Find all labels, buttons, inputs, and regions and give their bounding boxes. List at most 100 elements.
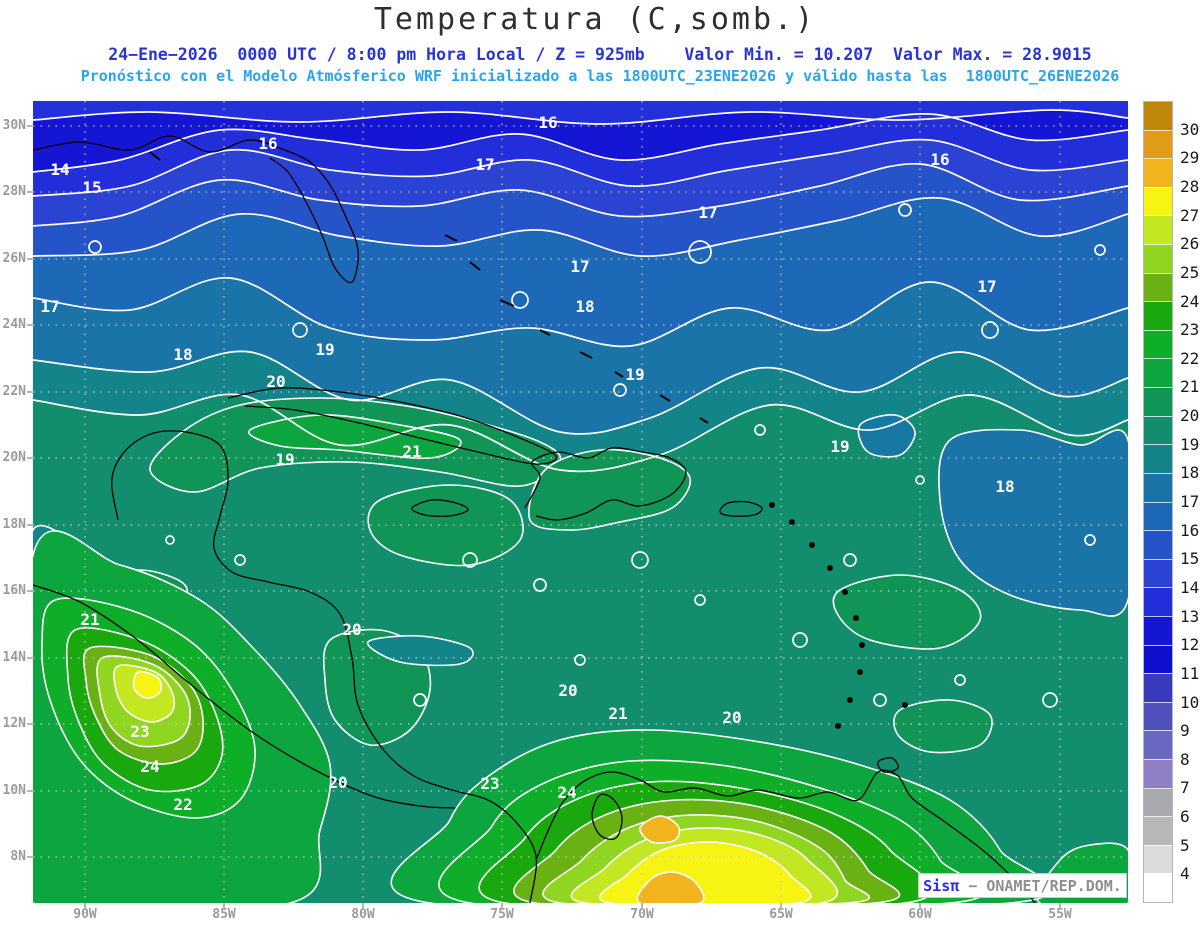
contour-label: 15 (82, 178, 102, 197)
x-axis-tick-mark (780, 903, 782, 909)
colorbar-cell (1144, 158, 1172, 187)
contour-label: 19 (275, 450, 295, 469)
x-axis-tick-label: 85W (212, 907, 236, 922)
y-axis-tick-label: 20N (2, 450, 26, 465)
colorbar-tick-label: 28 (1180, 176, 1200, 196)
x-axis-tick-label: 75W (490, 907, 514, 922)
contour-label: 19 (625, 365, 645, 384)
contour-label: 20 (266, 372, 286, 391)
map-area: 14 15 16 17 16 16 17 17 18 17 17 18 19 20 21 19 19 19 18 21… (33, 101, 1128, 903)
contour-label: 21 (80, 610, 100, 629)
colorbar-cell (1144, 787, 1172, 817)
colorbar-cell (1144, 215, 1172, 245)
x-axis-tick-mark (919, 903, 921, 909)
colorbar-tick-label: 11 (1180, 663, 1200, 683)
contour-label: 19 (830, 437, 850, 456)
colorbar-tick-label: 13 (1180, 606, 1200, 626)
contour-label: 21 (402, 442, 422, 461)
x-axis-tick-mark (1059, 903, 1061, 909)
colorbar-tick-label: 19 (1180, 434, 1200, 454)
watermark-brand: Sisπ (923, 876, 960, 895)
colorbar-cell (1144, 301, 1172, 330)
colorbar-cell (1144, 358, 1172, 388)
x-axis-tick-label: 70W (630, 907, 654, 922)
colorbar-cell (1144, 873, 1172, 903)
y-axis-tick-mark (27, 258, 33, 260)
y-axis-tick-mark (27, 657, 33, 659)
contour-label: 20 (328, 773, 348, 792)
colorbar-tick-label: 23 (1180, 320, 1200, 340)
colorbar-tick-label: 30 (1180, 119, 1200, 139)
x-axis-tick-label: 90W (73, 907, 97, 922)
colorbar-tick-label: 22 (1180, 348, 1200, 368)
colorbar-cell (1144, 272, 1172, 302)
y-axis-tick-label: 24N (2, 317, 26, 332)
colorbar-cell (1144, 244, 1172, 273)
x-axis-tick-mark (641, 903, 643, 909)
x-axis-tick-mark (501, 903, 503, 909)
colorbar-tick-label: 10 (1180, 692, 1200, 712)
y-axis-tick-label: 12N (2, 716, 26, 731)
colorbar-tick-label: 24 (1180, 291, 1200, 311)
contour-label: 24 (557, 783, 577, 802)
y-axis-tick-mark (27, 391, 33, 393)
colorbar-cell (1144, 415, 1172, 445)
colorbar-tick-label: 14 (1180, 577, 1200, 597)
y-axis-tick-label: 10N (2, 783, 26, 798)
contour-label: 16 (258, 134, 278, 153)
colorbar-cell (1144, 472, 1172, 502)
contour-label: 21 (608, 704, 628, 723)
colorbar-cell (1144, 844, 1172, 874)
contour-label: 23 (130, 722, 150, 741)
colorbar-cell (1144, 701, 1172, 731)
contour-label: 16 (930, 150, 950, 169)
contour-label: 20 (722, 708, 742, 727)
y-axis-tick-mark (27, 723, 33, 725)
contour-label: 22 (173, 795, 193, 814)
y-axis-tick-mark (27, 524, 33, 526)
colorbar-tick-label: 29 (1180, 148, 1200, 168)
y-axis-tick-mark (27, 191, 33, 193)
y-axis-tick-mark (27, 324, 33, 326)
y-axis-tick-mark (27, 590, 33, 592)
colorbar-cell (1144, 587, 1172, 616)
y-axis-tick-label: 22N (2, 384, 26, 399)
colorbar-tick-label: 15 (1180, 549, 1200, 569)
contour-label: 20 (558, 681, 578, 700)
colorbar-tick-label: 6 (1180, 807, 1190, 827)
colorbar-tick-label: 21 (1180, 377, 1200, 397)
colorbar-cell (1144, 673, 1172, 702)
colorbar-tick-label: 16 (1180, 520, 1200, 540)
contour-label: 17 (570, 257, 590, 276)
colorbar-tick-label: 26 (1180, 234, 1200, 254)
colorbar-cell (1144, 615, 1172, 645)
colorbar-cell (1144, 501, 1172, 531)
colorbar-cell (1144, 530, 1172, 559)
y-axis-tick-label: 14N (2, 650, 26, 665)
colorbar-tick-label: 12 (1180, 635, 1200, 655)
y-axis-tick-label: 30N (2, 118, 26, 133)
x-axis-tick-label: 65W (769, 907, 793, 922)
colorbar-tick-label: 4 (1180, 864, 1190, 884)
subtitle-model: Pronóstico con el Modelo Atmósferico WRF… (80, 67, 1120, 85)
x-axis-tick-label: 55W (1048, 907, 1072, 922)
colorbar-tick-label: 5 (1180, 835, 1190, 855)
colorbar-cell (1144, 129, 1172, 159)
colorbar (1143, 101, 1173, 903)
contour-label: 14 (50, 160, 70, 179)
colorbar-cell (1144, 644, 1172, 674)
y-axis-tick-label: 28N (2, 184, 26, 199)
colorbar-tick-label: 18 (1180, 463, 1200, 483)
colorbar-tick-label: 8 (1180, 749, 1190, 769)
contour-label: 18 (575, 297, 595, 316)
contour-label: 19 (315, 340, 335, 359)
x-axis-tick-mark (362, 903, 364, 909)
x-axis-tick-label: 80W (351, 907, 375, 922)
colorbar-cell (1144, 186, 1172, 216)
y-axis-tick-mark (27, 856, 33, 858)
colorbar-tick-label: 20 (1180, 406, 1200, 426)
colorbar-cell (1144, 387, 1172, 416)
watermark: Sisπ − ONAMET/REP.DOM. (918, 873, 1127, 898)
colorbar-cell (1144, 558, 1172, 588)
y-axis-tick-label: 8N (10, 849, 26, 864)
